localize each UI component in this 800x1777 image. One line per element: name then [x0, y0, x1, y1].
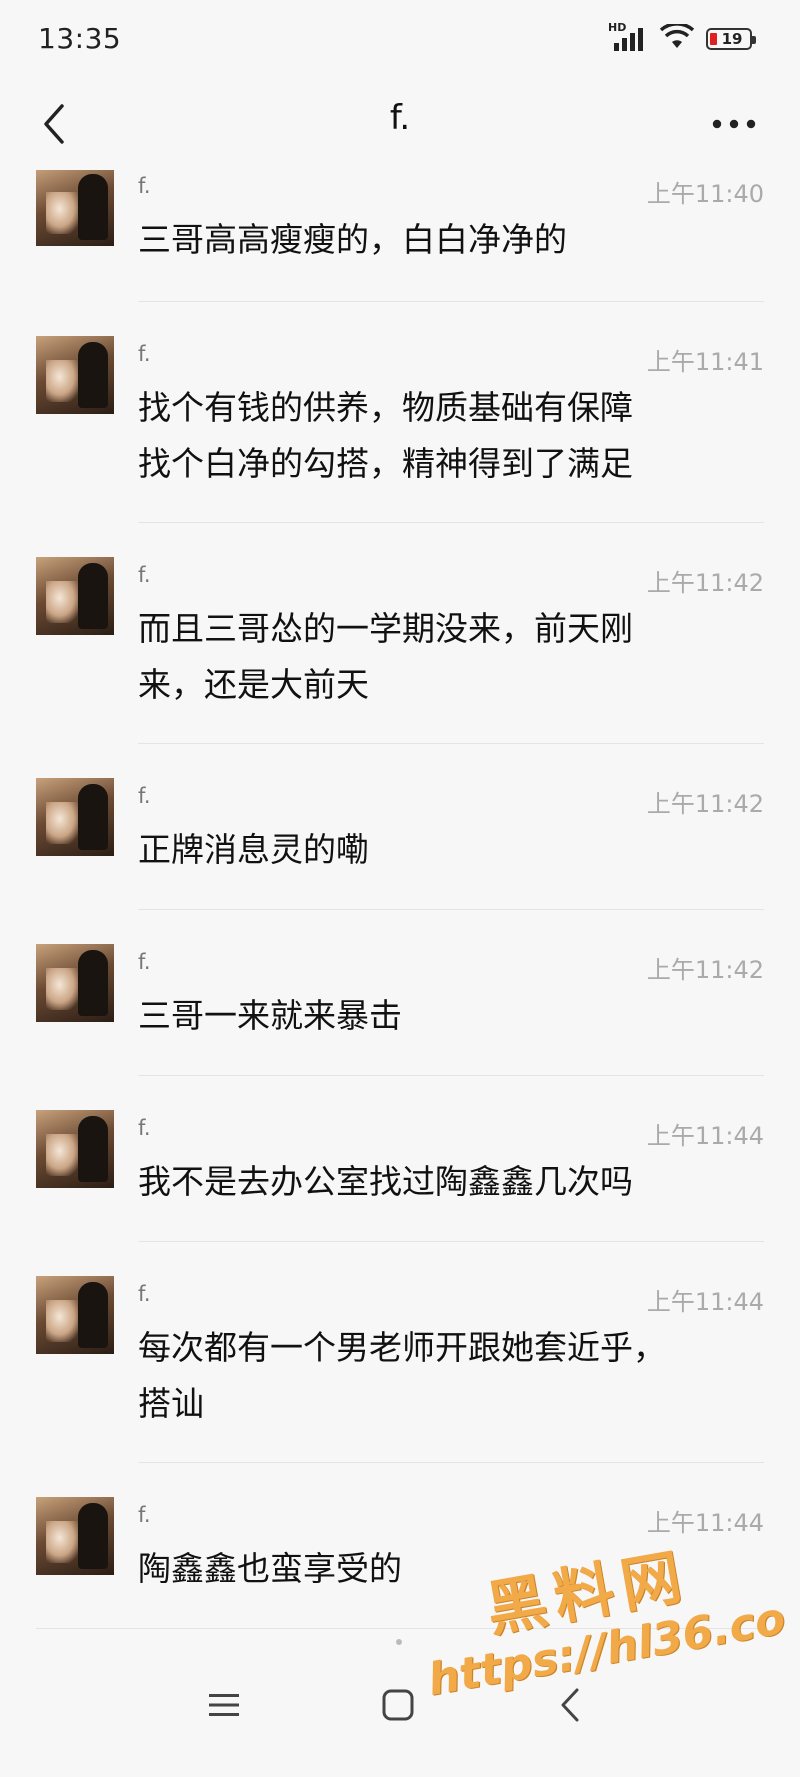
- message-time: 上午11:42: [646, 790, 764, 818]
- message-sender: f.: [138, 563, 151, 587]
- message-divider: [138, 1462, 764, 1463]
- message-sender: f.: [138, 950, 151, 974]
- message-divider: [138, 1075, 764, 1076]
- more-horizontal-icon: [712, 119, 756, 129]
- message-time: 上午11:44: [646, 1288, 764, 1316]
- message-text: 陶鑫鑫也蛮享受的: [138, 1549, 402, 1588]
- avatar[interactable]: [36, 170, 114, 246]
- message-text: 我不是去办公室找过陶鑫鑫几次吗: [138, 1162, 633, 1201]
- message-sender: f.: [138, 342, 151, 366]
- message-time: 上午11:44: [646, 1509, 764, 1537]
- recents-button[interactable]: [194, 1675, 254, 1735]
- message-divider: [36, 1628, 764, 1629]
- battery-icon: 19: [706, 28, 756, 50]
- message-time: 上午11:42: [646, 956, 764, 984]
- page-indicator-dot: [396, 1639, 402, 1645]
- chat-header: f.: [0, 78, 800, 170]
- message-time: 上午11:40: [646, 180, 764, 208]
- message-divider: [138, 909, 764, 910]
- home-square-icon: [382, 1689, 414, 1721]
- status-icons: HD 19: [608, 21, 756, 54]
- message-divider: [138, 743, 764, 744]
- hd-label: HD: [608, 21, 627, 34]
- message-time: 上午11:41: [646, 348, 764, 376]
- status-time: 13:35: [38, 22, 122, 55]
- message-divider: [138, 301, 764, 302]
- battery-fill: [710, 33, 717, 45]
- message-text: 三哥高高瘦瘦的，白白净净的: [138, 220, 567, 259]
- avatar[interactable]: [36, 1276, 114, 1354]
- back-triangle-icon: [561, 1688, 579, 1722]
- system-back-button[interactable]: [540, 1675, 600, 1735]
- message-time: 上午11:42: [646, 569, 764, 597]
- message-divider: [138, 522, 764, 523]
- avatar[interactable]: [36, 778, 114, 856]
- system-nav-bar: [0, 1635, 800, 1777]
- chat-title: f.: [389, 98, 411, 138]
- avatar[interactable]: [36, 557, 114, 635]
- message-text: 三哥一来就来暴击: [138, 996, 402, 1035]
- message-sender: f.: [138, 1282, 151, 1306]
- message-divider: [138, 1241, 764, 1242]
- status-bar: 13:35 HD 19: [0, 0, 800, 78]
- message-sender: f.: [138, 1116, 151, 1140]
- signal-icon: HD: [608, 21, 648, 53]
- avatar[interactable]: [36, 336, 114, 414]
- message-sender: f.: [138, 174, 151, 198]
- avatar[interactable]: [36, 1497, 114, 1575]
- home-button[interactable]: [368, 1675, 428, 1735]
- message-list[interactable]: f. 上午11:40 三哥高高瘦瘦的，白白净净的 f. 上午11:41 找个有钱…: [0, 170, 800, 1635]
- message-sender: f.: [138, 784, 151, 808]
- message-text: 找个有钱的供养，物质基础有保障 找个白净的勾搭，精神得到了满足: [138, 388, 633, 483]
- message-time: 上午11:44: [646, 1122, 764, 1150]
- wifi-icon: [659, 22, 695, 54]
- menu-icon: [209, 1694, 239, 1716]
- message-text: 正牌消息灵的嘞: [138, 830, 369, 869]
- message-sender: f.: [138, 1503, 151, 1527]
- message-text: 而且三哥怂的一学期没来，前天刚 来，还是大前天: [138, 609, 633, 704]
- battery-level: 19: [721, 30, 743, 48]
- avatar[interactable]: [36, 1110, 114, 1188]
- more-button[interactable]: [706, 106, 762, 142]
- message-text: 每次都有一个男老师开跟她套近乎， 搭讪: [138, 1328, 666, 1423]
- avatar[interactable]: [36, 944, 114, 1022]
